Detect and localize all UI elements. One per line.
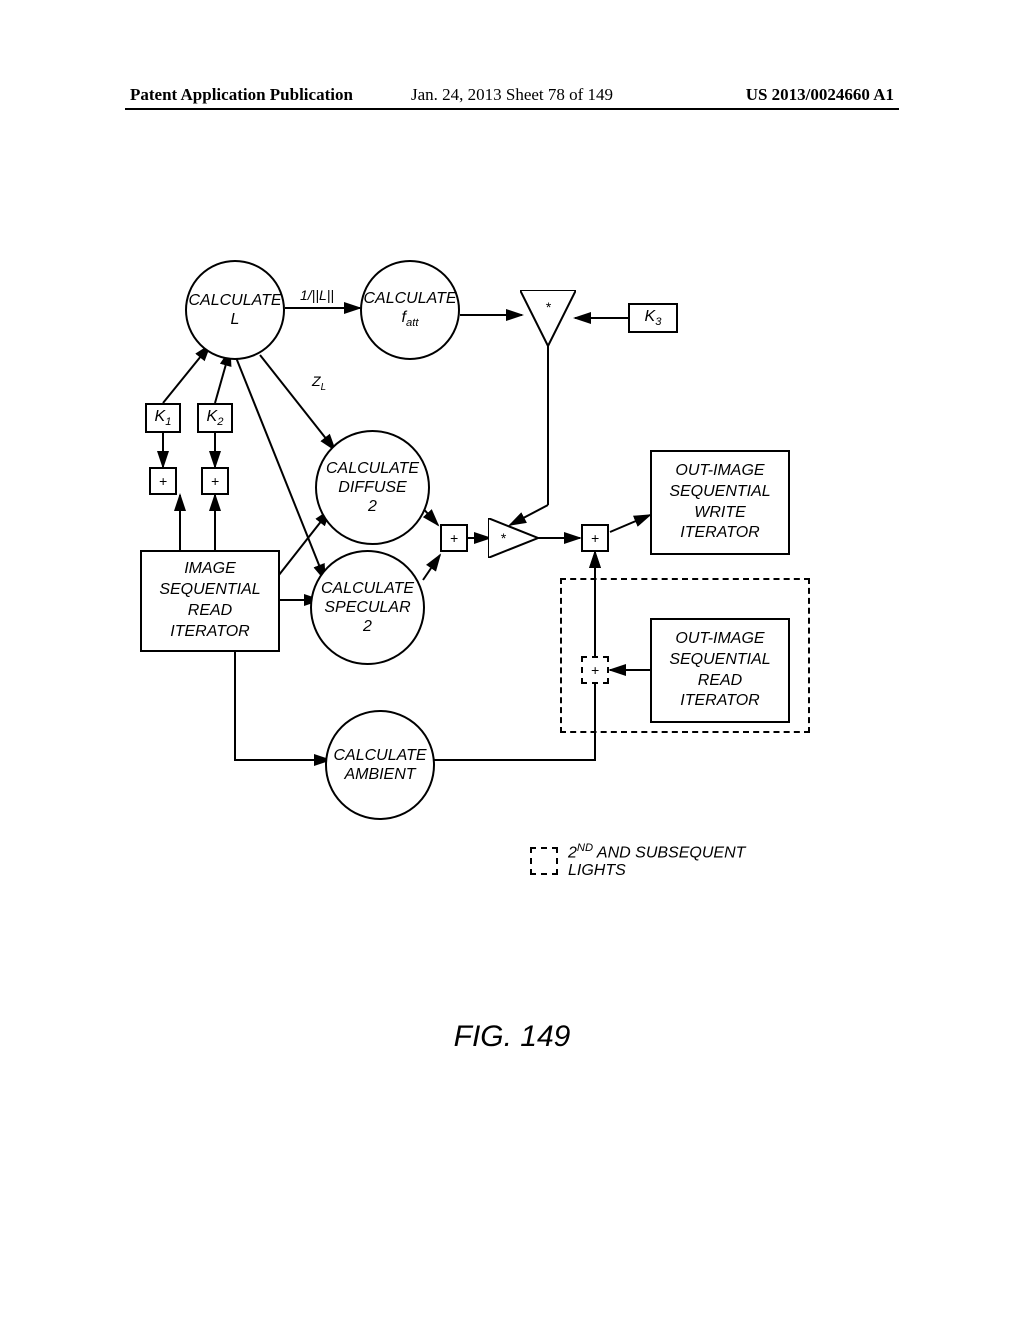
op-plus-4: + xyxy=(581,524,609,552)
label-out-image-seq-read: OUT-IMAGE SEQUENTIAL READ ITERATOR xyxy=(669,629,770,712)
node-k3: K3 xyxy=(628,303,678,333)
edge-label-invl: 1/||L|| xyxy=(298,287,336,303)
svg-text:*: * xyxy=(545,299,551,315)
label-calculate-ambient: CALCULATE AMBIENT xyxy=(333,746,426,784)
node-calculate-specular2: CALCULATE SPECULAR 2 xyxy=(310,550,425,665)
figure-caption: FIG. 149 xyxy=(454,1020,571,1054)
plus-icon: + xyxy=(159,473,167,489)
label-k3: K3 xyxy=(645,307,662,330)
node-out-image-seq-write-iterator: OUT-IMAGE SEQUENTIAL WRITE ITERATOR xyxy=(650,450,790,555)
node-out-image-seq-read-iterator: OUT-IMAGE SEQUENTIAL READ ITERATOR xyxy=(650,618,790,723)
label-calculate-specular2: CALCULATE SPECULAR 2 xyxy=(321,579,414,637)
header-left: Patent Application Publication xyxy=(130,85,353,105)
label-k1: K1 xyxy=(155,407,172,430)
diagram: CALCULATE L CALCULATE fatt CALCULATE DIF… xyxy=(120,260,920,960)
label-image-seq-read: IMAGE SEQUENTIAL READ ITERATOR xyxy=(159,559,260,642)
node-k1: K1 xyxy=(145,403,181,433)
node-k2: K2 xyxy=(197,403,233,433)
node-calculate-fatt: CALCULATE fatt xyxy=(360,260,460,360)
op-plus-2: + xyxy=(201,467,229,495)
node-calculate-ambient: CALCULATE AMBIENT xyxy=(325,710,435,820)
node-calculate-l: CALCULATE L xyxy=(185,260,285,360)
label-k2: K2 xyxy=(207,407,224,430)
label-out-image-seq-write: OUT-IMAGE SEQUENTIAL WRITE ITERATOR xyxy=(669,461,770,544)
plus-icon: + xyxy=(591,662,599,678)
op-plus-3: + xyxy=(440,524,468,552)
op-multiply-1: * xyxy=(520,290,576,346)
label-calculate-diffuse2: CALCULATE DIFFUSE 2 xyxy=(326,459,419,517)
label-calculate-fatt: CALCULATE fatt xyxy=(363,289,456,331)
plus-icon: + xyxy=(211,473,219,489)
op-plus-1: + xyxy=(149,467,177,495)
header-center: Jan. 24, 2013 Sheet 78 of 149 xyxy=(411,85,613,105)
node-image-seq-read-iterator: IMAGE SEQUENTIAL READ ITERATOR xyxy=(140,550,280,652)
op-plus-5-dashed: + xyxy=(581,656,609,684)
edge-label-zl: ZL xyxy=(310,373,328,393)
label-calculate-l: CALCULATE L xyxy=(188,291,281,329)
node-calculate-diffuse2: CALCULATE DIFFUSE 2 xyxy=(315,430,430,545)
svg-text:*: * xyxy=(500,530,506,546)
header-rule xyxy=(125,108,899,110)
op-multiply-2: * xyxy=(488,518,538,558)
plus-icon: + xyxy=(450,530,458,546)
header-right: US 2013/0024660 A1 xyxy=(746,85,894,105)
plus-icon: + xyxy=(591,530,599,546)
